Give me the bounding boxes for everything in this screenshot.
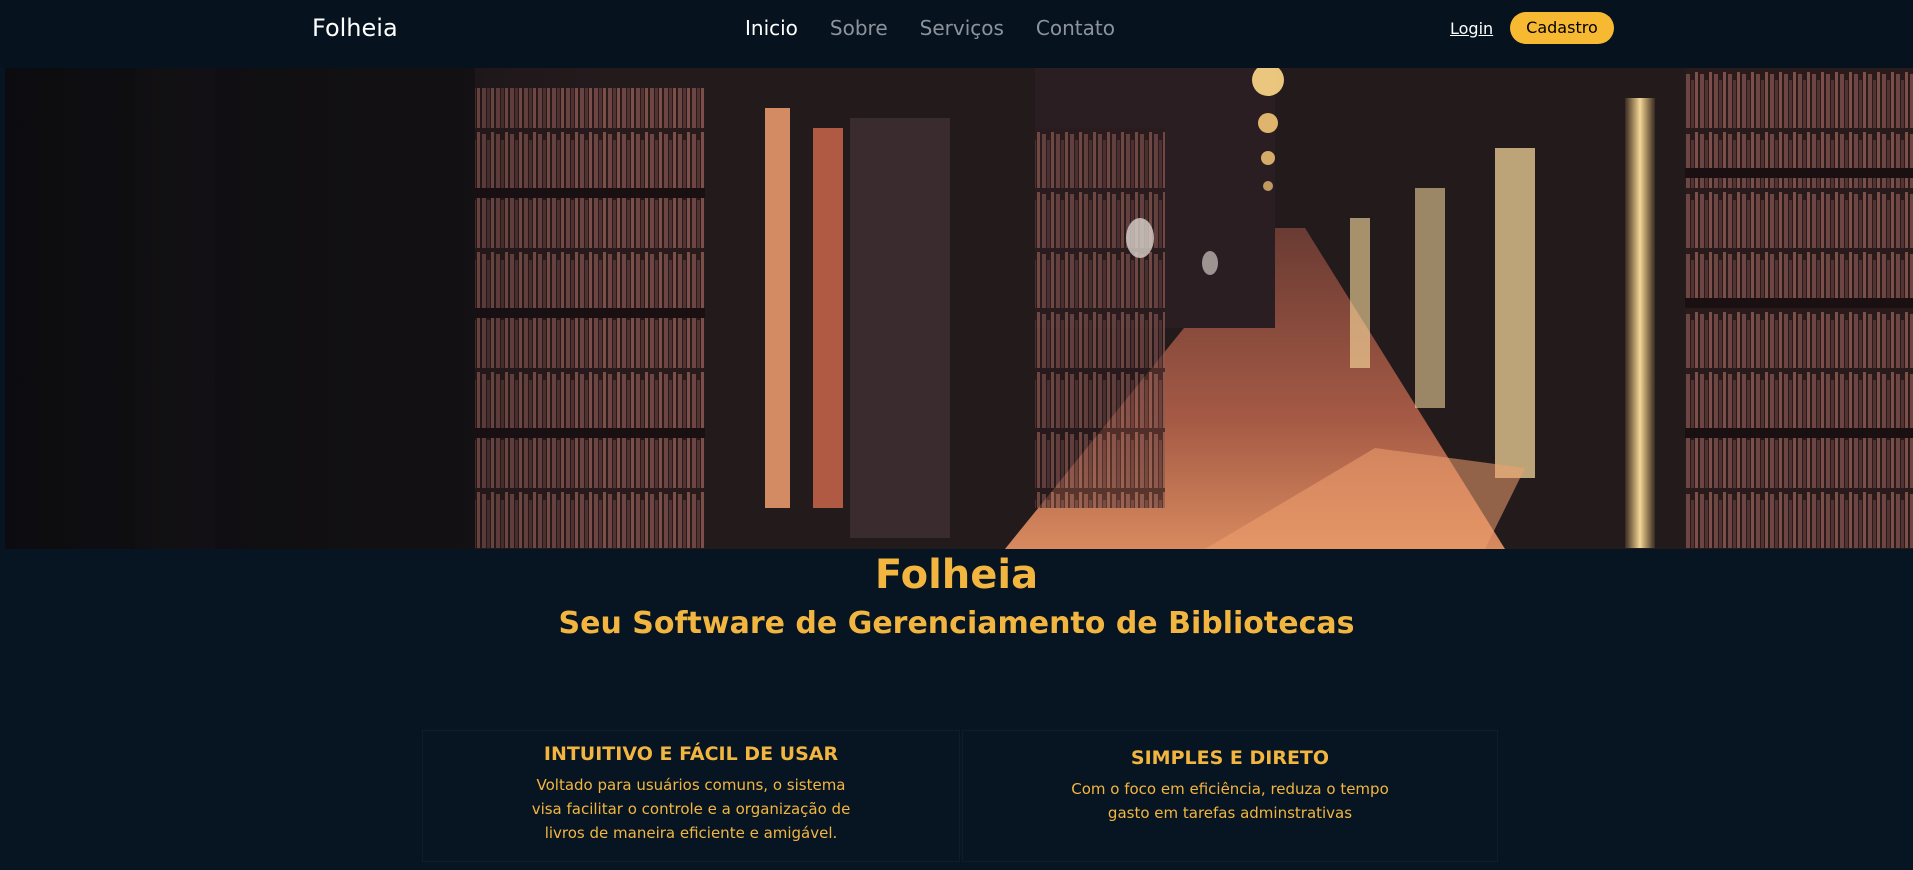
feature-card-text: Voltado para usuários comuns, o sistema … — [531, 776, 851, 842]
nav-link-inicio[interactable]: Inicio — [745, 16, 798, 40]
hero-title: Folheia — [874, 552, 1039, 598]
feature-card-intuitive: INTUITIVO E FÁCIL DE USAR Voltado para u… — [422, 730, 960, 862]
feature-card-text: Com o foco em eficiência, reduza o tempo… — [1071, 780, 1389, 822]
feature-card-simple: SIMPLES E DIRETO Com o foco em eficiênci… — [962, 730, 1498, 862]
nav-link-contato[interactable]: Contato — [1036, 16, 1115, 40]
nav-item-inicio: Inicio — [745, 16, 798, 40]
auth-actions: Login Cadastro — [1450, 12, 1614, 44]
nav-item-contato: Contato — [1036, 16, 1115, 40]
nav-item-servicos: Serviços — [920, 16, 1004, 40]
library-hallway-illustration — [5, 68, 1913, 549]
brand-logo[interactable]: Folheia — [312, 14, 398, 42]
login-link[interactable]: Login — [1450, 19, 1493, 38]
navbar: Folheia Inicio Sobre Serviços Contato Lo… — [0, 0, 1913, 68]
nav-link-sobre[interactable]: Sobre — [830, 16, 888, 40]
nav-item-sobre: Sobre — [830, 16, 888, 40]
feature-card-title: INTUITIVO E FÁCIL DE USAR — [543, 743, 839, 765]
nav-link-servicos[interactable]: Serviços — [920, 16, 1004, 40]
nav-links: Inicio Sobre Serviços Contato — [745, 16, 1115, 40]
signup-button[interactable]: Cadastro — [1510, 12, 1614, 44]
feature-card-title: SIMPLES E DIRETO — [1130, 747, 1330, 769]
hero-subtitle: Seu Software de Gerenciamento de Bibliot… — [558, 606, 1355, 641]
hero-banner — [5, 68, 1913, 549]
